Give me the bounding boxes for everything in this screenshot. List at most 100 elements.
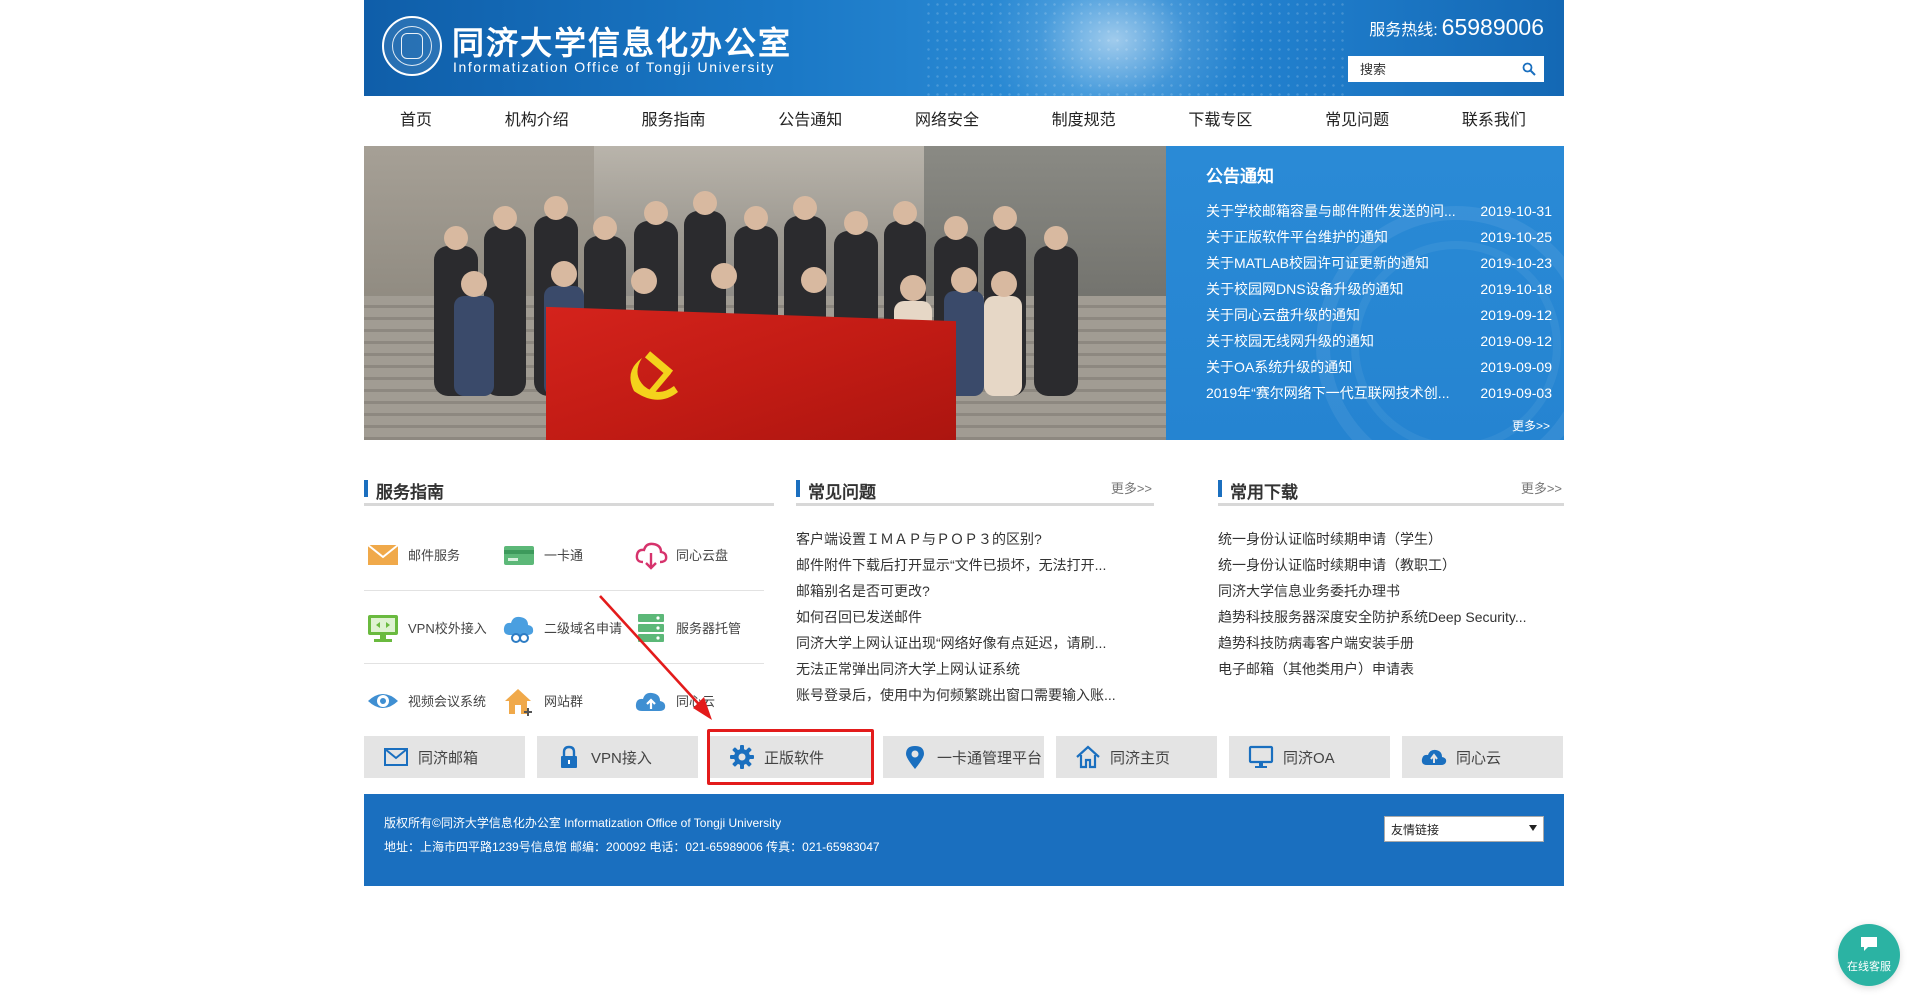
notice-item-title[interactable]: 关于OA系统升级的通知 [1206,354,1461,380]
notice-item[interactable]: 关于MATLAB校园许可证更新的通知 2019-10-23 [1206,250,1552,276]
service-mail[interactable]: 邮件服务 [366,518,460,591]
service-server-hosting[interactable]: 服务器托管 [634,591,741,664]
mail-icon [367,543,399,565]
quick-link-tongji-homepage[interactable]: 同济主页 [1056,736,1217,778]
faq-item[interactable]: 客户端设置ＩＭＡＰ与ＰＯＰ３的区别? [796,526,1118,552]
download-item[interactable]: 电子邮箱（其他类用户）申请表 [1218,656,1548,682]
quick-link-label: 一卡通管理平台 [937,749,1043,767]
notice-item-title[interactable]: 2019年“赛尔网络下一代互联网技术创... [1206,380,1461,406]
eye-icon [368,693,398,708]
gear-icon [730,745,754,769]
service-label: 视频会议系统 [408,694,487,709]
section-accent-bar [796,480,800,497]
quick-link-vpn[interactable]: VPN接入 [537,736,698,778]
quick-link-tongji-mail[interactable]: 同济邮箱 [364,736,525,778]
faq-item[interactable]: 如何召回已发送邮件 [796,604,1118,630]
notice-panel-title: 公告通知 [1206,167,1274,186]
notice-more-link[interactable]: 更多>> [1512,417,1550,434]
service-tongxin-cloud[interactable]: 同心云 [634,664,715,737]
location-pin-icon [906,746,924,769]
notice-panel: 公告通知 关于学校邮箱容量与邮件附件发送的问... 2019-10-31 关于正版… [1166,146,1564,440]
downloads-more-link[interactable]: 更多>> [1521,478,1562,497]
faq-item[interactable]: 账号登录后，使用中为何频繁跳出窗口需要输入账... [796,682,1118,708]
notice-item[interactable]: 关于OA系统升级的通知 2019-09-09 [1206,354,1552,380]
notice-item[interactable]: 关于校园无线网升级的通知 2019-09-12 [1206,328,1552,354]
notice-item[interactable]: 关于校园网DNS设备升级的通知 2019-10-18 [1206,276,1552,302]
faq-list: 客户端设置ＩＭＡＰ与ＰＯＰ３的区别? 邮件附件下载后打开显示“文件已损坏，无法打… [796,526,1118,708]
notice-item-title[interactable]: 关于校园无线网升级的通知 [1206,328,1461,354]
nav-item-network-security[interactable]: 网络安全 [899,96,995,146]
nav-item-downloads[interactable]: 下载专区 [1172,96,1268,146]
service-row: 视频会议系统 网站群 同心云 [364,664,764,737]
quick-link-label: 同济主页 [1110,749,1171,767]
service-label: 网站群 [544,694,584,709]
service-campus-card[interactable]: 一卡通 [502,518,583,591]
friend-links-select[interactable]: 友情链接 [1384,816,1544,842]
notice-item-title[interactable]: 关于同心云盘升级的通知 [1206,302,1461,328]
friend-links-selected: 友情链接 [1391,822,1440,837]
service-hotline: 服务热线: 65989006 [1369,14,1544,41]
download-item[interactable]: 统一身份认证临时续期申请（教职工） [1218,552,1548,578]
nav-item-service-guide[interactable]: 服务指南 [625,96,721,146]
notice-item-title[interactable]: 关于正版软件平台维护的通知 [1206,224,1461,250]
service-label: VPN校外接入 [408,621,487,636]
nav-item-notices[interactable]: 公告通知 [762,96,858,146]
quick-links-bar: 同济邮箱 VPN接入 正版软件 一卡通管理平台 同济主页 同济OA 同心云 [364,736,1564,780]
service-label: 邮件服务 [408,548,461,563]
service-vpn[interactable]: VPN校外接入 [366,591,487,664]
nav-item-faq[interactable]: 常见问题 [1309,96,1405,146]
download-item[interactable]: 趋势科技服务器深度安全防护系统Deep Security... [1218,604,1548,630]
search-box [1348,56,1544,82]
notice-item-title[interactable]: 关于MATLAB校园许可证更新的通知 [1206,250,1461,276]
main-nav: 首页 机构介绍 服务指南 公告通知 网络安全 制度规范 下载专区 常见问题 联系… [364,96,1564,146]
footer-address: 地址：上海市四平路1239号信息馆 邮编：200092 电话：021-65989… [384,840,880,854]
service-row: 邮件服务 一卡通 同心云盘 [364,518,764,591]
download-item[interactable]: 统一身份认证临时续期申请（学生） [1218,526,1548,552]
cloud-link-icon [503,616,534,643]
service-website-group[interactable]: 网站群 [502,664,583,737]
section-accent-bar [364,480,368,497]
notice-item[interactable]: 关于正版软件平台维护的通知 2019-10-25 [1206,224,1552,250]
nav-item-home[interactable]: 首页 [384,96,448,146]
service-subdomain[interactable]: 二级域名申请 [502,591,622,664]
notice-item[interactable]: 关于同心云盘升级的通知 2019-09-12 [1206,302,1552,328]
quick-link-licensed-software[interactable]: 正版软件 [710,736,871,778]
faq-header: 常见问题 更多>> [796,466,1154,506]
cloud-download-icon [635,542,668,570]
quick-link-tongxin-cloud[interactable]: 同心云 [1402,736,1563,778]
downloads-list: 统一身份认证临时续期申请（学生） 统一身份认证临时续期申请（教职工） 同济大学信… [1218,526,1548,682]
nav-item-regulations[interactable]: 制度规范 [1036,96,1132,146]
chat-bubble-icon [1861,937,1877,951]
notice-item[interactable]: 关于学校邮箱容量与邮件附件发送的问... 2019-10-31 [1206,198,1552,224]
search-input[interactable] [1348,56,1518,82]
service-tongxin-drive[interactable]: 同心云盘 [634,518,728,591]
faq-more-link[interactable]: 更多>> [1111,478,1152,497]
faq-item[interactable]: 邮件附件下载后打开显示“文件已损坏，无法打开... [796,552,1118,578]
faq-item[interactable]: 同济大学上网认证出现“网络好像有点延迟，请刷... [796,630,1118,656]
download-item[interactable]: 同济大学信息业务委托办理书 [1218,578,1548,604]
site-title[interactable]: 同济大学信息化办公室 [452,18,792,64]
download-item[interactable]: 趋势科技防病毒客户端安装手册 [1218,630,1548,656]
quick-link-tongji-oa[interactable]: 同济OA [1229,736,1390,778]
service-label: 同心云盘 [676,548,729,563]
notice-item-title[interactable]: 关于校园网DNS设备升级的通知 [1206,276,1461,302]
university-seal-icon[interactable] [382,16,442,76]
quick-link-label: 正版软件 [764,749,825,767]
service-row: VPN校外接入 二级域名申请 服务器托管 [364,591,764,664]
faq-item[interactable]: 邮箱别名是否可更改? [796,578,1118,604]
search-icon[interactable] [1522,62,1536,76]
notice-item-date: 2019-09-09 [1480,359,1552,375]
online-support-label: 在线客服 [1847,961,1891,973]
nav-item-contact[interactable]: 联系我们 [1446,96,1542,146]
nav-item-about[interactable]: 机构介绍 [489,96,585,146]
faq-item[interactable]: 无法正常弹出同济大学上网认证系统 [796,656,1118,682]
monitor-icon [1248,745,1274,768]
quick-link-card-platform[interactable]: 一卡通管理平台 [883,736,1044,778]
banner-group-photo[interactable] [364,146,1166,440]
notice-item[interactable]: 2019年“赛尔网络下一代互联网技术创... 2019-09-03 [1206,380,1552,406]
service-video-conference[interactable]: 视频会议系统 [366,664,486,737]
online-support-button[interactable]: 在线客服 [1838,924,1900,986]
mail-icon [384,748,408,766]
notice-item-title[interactable]: 关于学校邮箱容量与邮件附件发送的问... [1206,198,1461,224]
site-header: 同济大学信息化办公室 Informatization Office of Ton… [364,0,1564,96]
